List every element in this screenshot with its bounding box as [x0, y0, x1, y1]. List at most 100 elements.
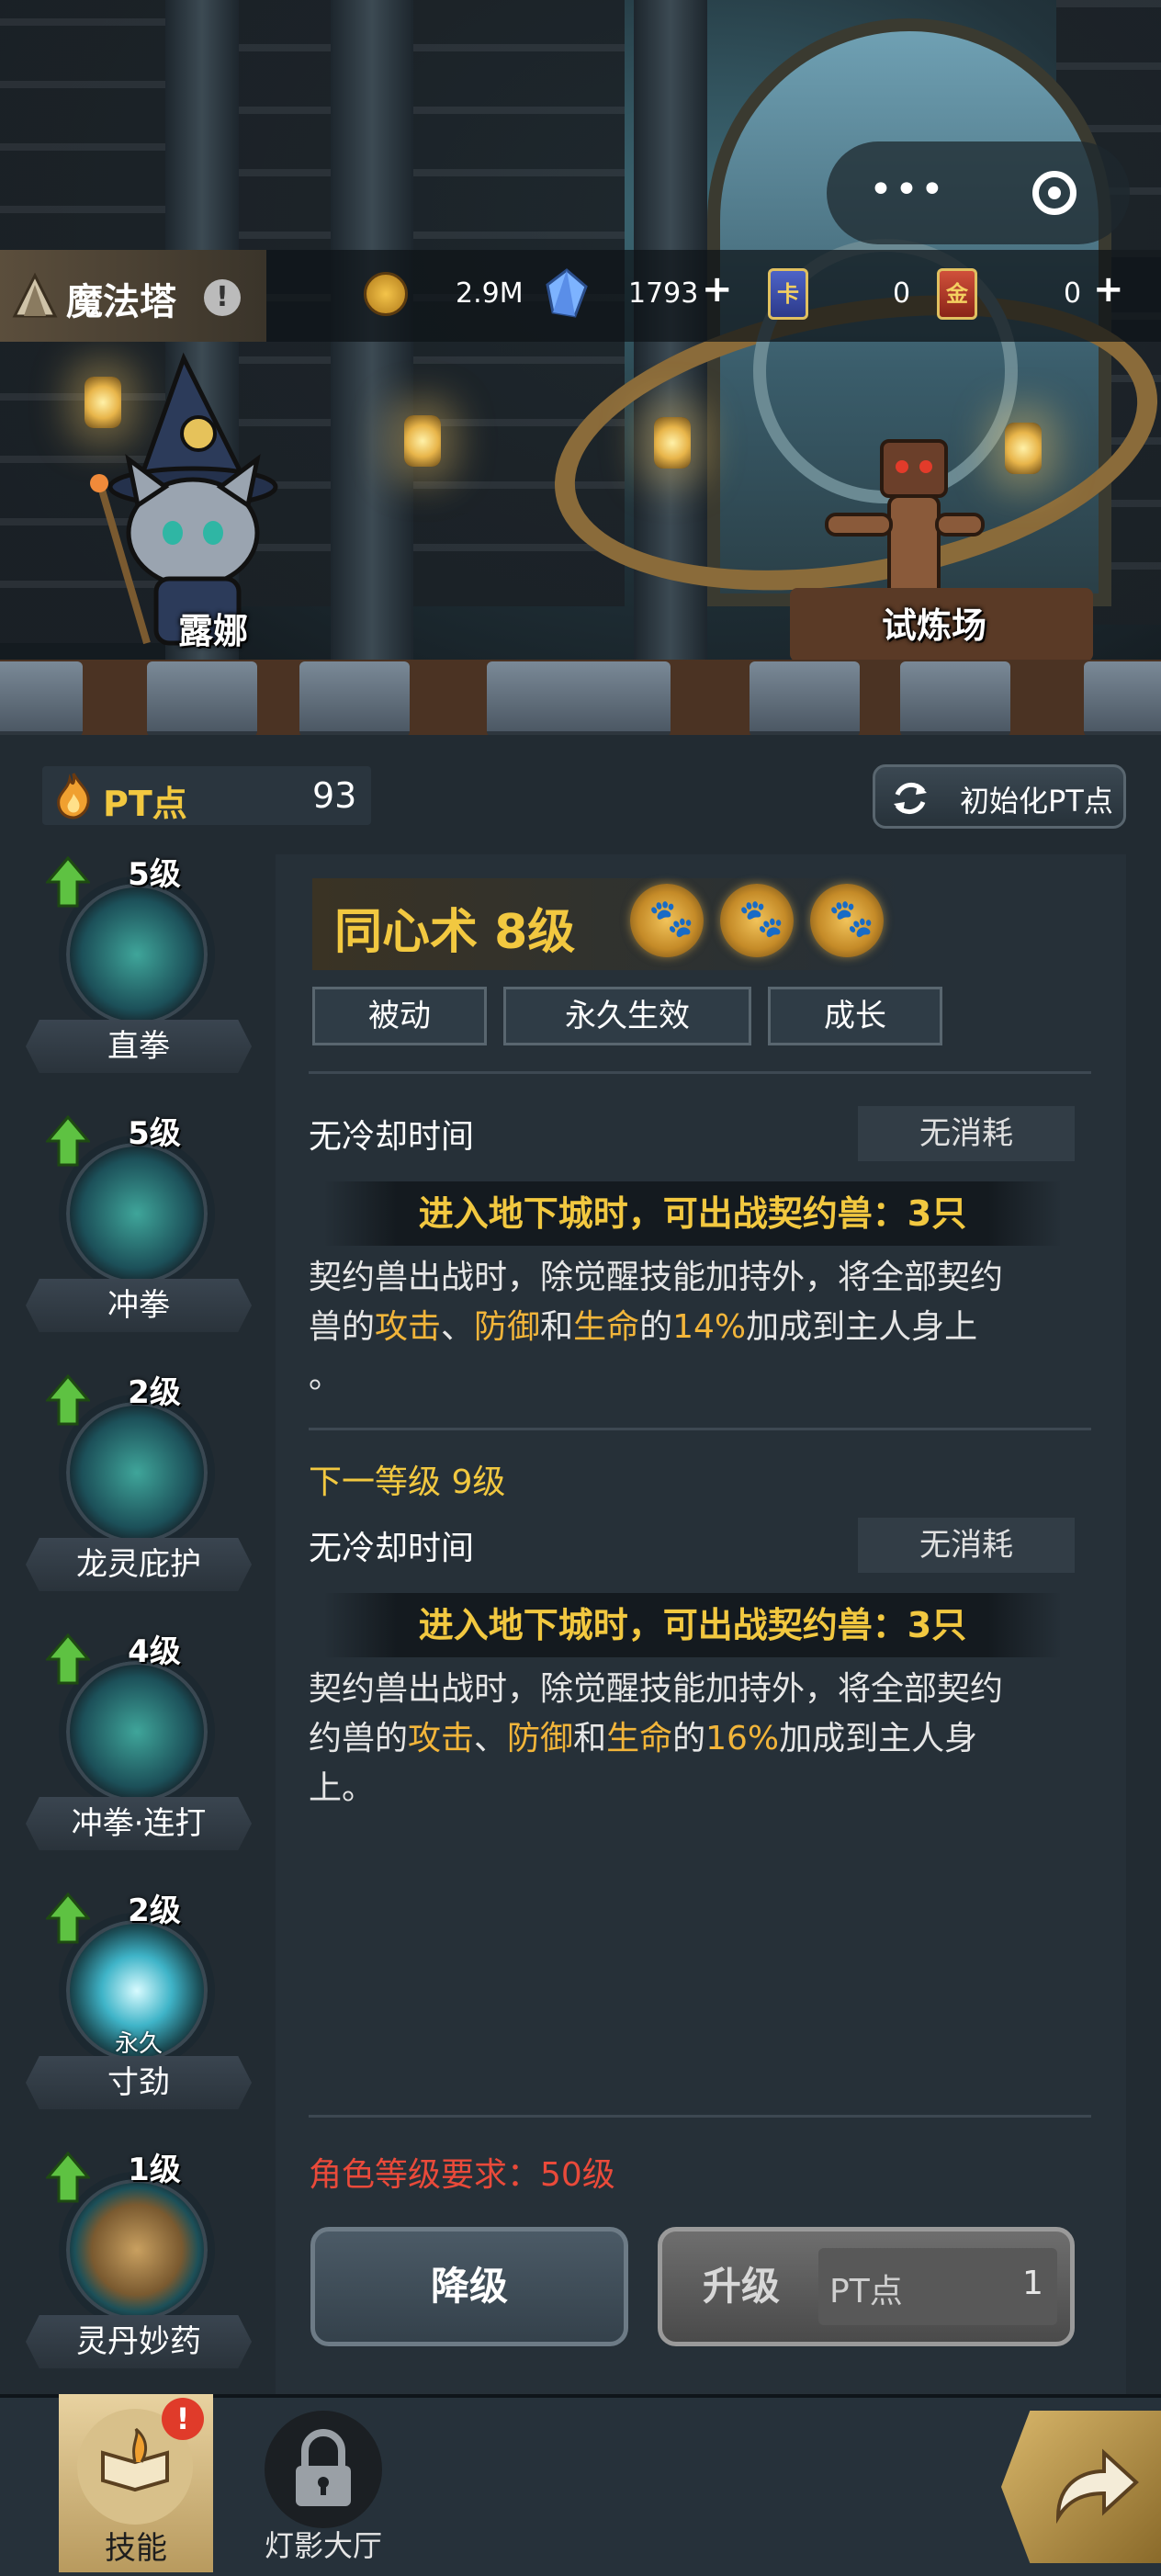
skill-description: 契约兽出战时，除觉醒技能加持外，将全部契约 兽的攻击、防御和生命的14%加成到主… [309, 1253, 1089, 1402]
skill-name: 冲拳 [26, 1279, 252, 1332]
skill-level: 4级 [128, 1633, 181, 1670]
mini-program-capsule: ••• [827, 141, 1130, 244]
level-up-arrow-icon [46, 856, 90, 908]
skill-item-zhiquan[interactable]: 5级 直拳 [26, 851, 252, 1073]
refresh-icon [894, 782, 927, 815]
add-gems-icon[interactable]: + [702, 268, 733, 311]
nav-skills-label: 技能 [105, 2530, 167, 2567]
hall-icon [265, 2411, 382, 2528]
next-cost-badge: 无消耗 [858, 1518, 1075, 1573]
next-level-label: 下一等级 9级 [309, 1463, 506, 1501]
downgrade-button[interactable]: 降级 [310, 2227, 628, 2346]
reset-pt-button[interactable]: 初始化PT点 [873, 764, 1126, 829]
desc-line: 契约兽出战时，除觉醒技能加持外，将全部契约 [309, 1670, 1004, 1708]
card-ticket-icon: 卡 [768, 268, 808, 320]
divider [309, 2115, 1091, 2118]
skill-name: 龙灵庇护 [26, 1538, 252, 1591]
floor-stone [900, 661, 1010, 735]
pt-points-bar: PT点 93 [42, 766, 371, 825]
add-ticket-icon[interactable]: + [1093, 268, 1124, 311]
ticket-a-amount: 0 [893, 277, 911, 310]
gold-ticket-icon: 金 [937, 268, 977, 320]
paw-icon: 🐾 [720, 884, 794, 957]
tower-icon [12, 272, 58, 318]
level-up-arrow-icon [46, 1374, 90, 1426]
downgrade-label: 降级 [430, 2264, 508, 2309]
upgrade-cost-unit: PT点 [829, 2273, 903, 2310]
skill-item-chongquan[interactable]: 5级 冲拳 [26, 1110, 252, 1332]
floor-stone [0, 661, 83, 735]
dungeon-banner: 进入地下城时，可出战契约兽：3只 [323, 1181, 1062, 1246]
level-up-arrow-icon [46, 1633, 90, 1685]
return-arrow-icon [1055, 2448, 1139, 2525]
cost-badge: 无消耗 [858, 1106, 1075, 1161]
desc-line: 。 [309, 1358, 343, 1395]
gem-amount: 1793 [628, 277, 699, 310]
gold-coin-icon [364, 272, 408, 316]
location-title-box: 魔法塔 ! [0, 250, 266, 342]
scene-backdrop: 露娜 试炼场 ••• 魔法塔 ! 2.9M 1793 + 卡 0 金 0 + [0, 0, 1161, 735]
divider [309, 1428, 1091, 1430]
floor-stone [299, 661, 410, 735]
location-title: 魔法塔 [66, 281, 176, 323]
return-button[interactable] [1001, 2411, 1161, 2563]
close-target-icon[interactable] [1032, 171, 1076, 215]
next-dungeon-banner: 进入地下城时，可出战契约兽：3只 [323, 1593, 1062, 1657]
chip-permanent: 永久生效 [503, 987, 751, 1045]
skill-item-longling[interactable]: 2级 龙灵庇护 [26, 1369, 252, 1591]
more-dots-icon[interactable]: ••• [869, 170, 946, 210]
pt-value: 93 [312, 775, 357, 816]
skill-level: 5级 [128, 856, 181, 893]
skill-permanent-tag: 永久 [114, 2030, 163, 2058]
level-requirement: 角色等级要求：50级 [309, 2156, 615, 2194]
npc-name-luna: 露娜 [178, 611, 249, 651]
ticket-b-amount: 0 [1064, 277, 1082, 310]
lamp-icon [1005, 423, 1042, 474]
chip-passive: 被动 [312, 987, 487, 1045]
upgrade-button[interactable]: 升级 PT点 1 [658, 2227, 1075, 2346]
level-up-arrow-icon [46, 1892, 90, 1944]
level-up-arrow-icon [46, 2152, 90, 2203]
cooldown-text: 无冷却时间 [309, 1118, 475, 1156]
desc-line: 契约兽出战时，除觉醒技能加持外，将全部契约 [309, 1259, 1004, 1296]
reset-pt-label: 初始化PT点 [960, 784, 1113, 819]
next-skill-description: 契约兽出战时，除觉醒技能加持外，将全部契约 约兽的攻击、防御和生命的16%加成到… [309, 1665, 1089, 1813]
desc-line: 约兽的攻击、防御和生命的16%加成到主人身 [309, 1720, 978, 1757]
divider [309, 1071, 1091, 1074]
desc-line: 上。 [309, 1769, 376, 1807]
upgrade-cost-value: 1 [1022, 2265, 1043, 2302]
skill-item-lingdan[interactable]: 1级 灵丹妙药 [26, 2146, 252, 2368]
info-icon[interactable]: ! [204, 279, 241, 316]
nav-hall-tab[interactable]: 灯影大厅 [250, 2409, 397, 2565]
skill-name: 灵丹妙药 [26, 2315, 252, 2368]
nav-skills-tab[interactable]: ! 技能 [59, 2394, 213, 2572]
pt-label: PT点 [103, 784, 187, 824]
skill-title: 同心术 8级 [334, 905, 576, 960]
gold-amount: 2.9M [456, 277, 524, 310]
skill-name: 冲拳·连打 [26, 1797, 252, 1850]
paw-icon: 🐾 [630, 884, 704, 957]
floor-stone [750, 661, 860, 735]
crystal-icon [546, 268, 588, 318]
upgrade-label: 升级 [702, 2264, 780, 2309]
skill-level: 2级 [128, 1374, 181, 1411]
next-cooldown-text: 无冷却时间 [309, 1530, 475, 1567]
skill-item-cunjin[interactable]: 2级 永久 寸劲 [26, 1887, 252, 2109]
npc-name-trial[interactable]: 试炼场 [882, 597, 986, 648]
flame-icon [57, 773, 90, 819]
skill-level: 5级 [128, 1115, 181, 1152]
skill-item-lianda[interactable]: 4级 冲拳·连打 [26, 1628, 252, 1850]
paw-icon: 🐾 [810, 884, 884, 957]
lamp-icon [654, 417, 691, 469]
nav-hall-label: 灯影大厅 [264, 2528, 382, 2563]
floor-stone [1084, 661, 1161, 735]
skill-name: 直拳 [26, 1020, 252, 1073]
chip-growth: 成长 [768, 987, 942, 1045]
level-up-arrow-icon [46, 1115, 90, 1167]
skill-level: 1级 [128, 2152, 181, 2188]
desc-line: 兽的攻击、防御和生命的14%加成到主人身上 [309, 1308, 978, 1346]
lamp-icon [404, 415, 441, 467]
floor-stone [147, 661, 257, 735]
notification-badge-icon: ! [162, 2398, 204, 2440]
upgrade-cost-box: PT点 1 [818, 2248, 1057, 2325]
